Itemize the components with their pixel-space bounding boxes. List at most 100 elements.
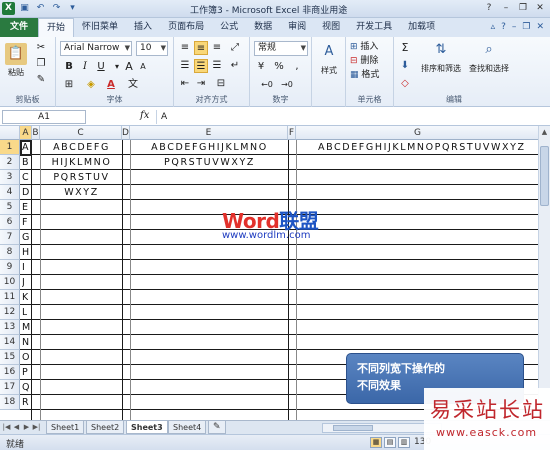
format-painter-icon[interactable]: ✎ — [34, 73, 48, 87]
cut-icon[interactable]: ✂ — [34, 41, 48, 55]
row-header[interactable]: 6 — [0, 215, 20, 230]
align-right-icon[interactable]: ☰ — [210, 59, 224, 73]
column-header-g[interactable]: G — [296, 126, 538, 140]
customize-qat-icon[interactable]: ▾ — [66, 2, 79, 15]
tab-data[interactable]: 数据 — [246, 18, 280, 37]
column-header-b[interactable]: B — [32, 126, 40, 140]
page-layout-view-icon[interactable]: ▤ — [384, 437, 396, 448]
cell-a9[interactable]: I — [22, 260, 25, 275]
row-header[interactable]: 4 — [0, 185, 20, 200]
row-header[interactable]: 7 — [0, 230, 20, 245]
find-select-button[interactable]: ⌕ 查找和选择 — [466, 39, 512, 74]
font-size-select[interactable]: 10 ▼ — [136, 41, 168, 56]
sheet-tab-sheet4[interactable]: Sheet4 — [168, 421, 207, 434]
decrease-decimal-icon[interactable]: →0 — [280, 78, 294, 92]
wrap-text-icon[interactable]: ↵ — [228, 59, 242, 73]
tab-insert[interactable]: 插入 — [126, 18, 160, 37]
excel-icon[interactable]: X — [2, 2, 15, 15]
row-header[interactable]: 11 — [0, 290, 20, 305]
row-header[interactable]: 9 — [0, 260, 20, 275]
cell-c3[interactable]: PQRSTUV — [41, 170, 122, 185]
workbook-restore-icon[interactable]: ❐ — [522, 18, 530, 37]
cell-a13[interactable]: M — [22, 320, 30, 335]
tab-developer[interactable]: 开发工具 — [348, 18, 400, 37]
cell-a8[interactable]: H — [22, 245, 29, 260]
cell-a5[interactable]: E — [22, 200, 28, 215]
styles-button[interactable]: A 样式 — [316, 41, 342, 76]
insert-cells-button[interactable]: ⊞ 插入 — [350, 41, 378, 53]
orientation-icon[interactable]: ⤢ — [228, 41, 242, 55]
sheet-tab-sheet1[interactable]: Sheet1 — [46, 421, 85, 434]
decrease-indent-icon[interactable]: ⇤ — [178, 77, 192, 91]
ribbon-minimize-icon[interactable]: ▵ — [491, 18, 496, 37]
merge-center-icon[interactable]: ⊟ — [214, 77, 228, 91]
paste-button[interactable]: 📋 粘贴 — [4, 43, 28, 78]
name-box[interactable]: A1 — [2, 110, 86, 124]
tab-review[interactable]: 审阅 — [280, 18, 314, 37]
align-bottom-icon[interactable]: ≡ — [210, 41, 224, 55]
row-header[interactable]: 8 — [0, 245, 20, 260]
align-left-icon[interactable]: ☰ — [178, 59, 192, 73]
row-header[interactable]: 5 — [0, 200, 20, 215]
tab-page-layout[interactable]: 页面布局 — [160, 18, 212, 37]
first-sheet-icon[interactable]: |◀ — [2, 422, 11, 433]
sheet-tab-sheet3[interactable]: Sheet3 — [126, 421, 168, 434]
tab-formulas[interactable]: 公式 — [212, 18, 246, 37]
delete-cells-button[interactable]: ⊟ 删除 — [350, 55, 378, 67]
tab-home[interactable]: 开始 — [38, 18, 75, 37]
horizontal-scroll-thumb[interactable] — [333, 425, 373, 431]
percent-button[interactable]: % — [272, 60, 286, 74]
row-header[interactable]: 3 — [0, 170, 20, 185]
cell-e1[interactable]: ABCDEFGHIJKLMNO — [131, 140, 288, 155]
insert-function-button[interactable]: fx — [140, 110, 149, 121]
row-header[interactable]: 18 — [0, 395, 20, 410]
italic-button[interactable]: I — [78, 60, 92, 74]
fill-color-icon[interactable]: ◈ — [84, 78, 98, 92]
close-button[interactable]: ✕ — [532, 1, 548, 15]
cell-a16[interactable]: P — [22, 365, 28, 380]
help-button[interactable]: ? — [481, 1, 497, 15]
cell-a17[interactable]: Q — [22, 380, 29, 395]
normal-view-icon[interactable]: ▦ — [370, 437, 382, 448]
redo-icon[interactable]: ↷ — [50, 2, 63, 15]
cell-a15[interactable]: O — [22, 350, 29, 365]
vertical-scroll-thumb[interactable] — [540, 146, 549, 206]
row-header[interactable]: 13 — [0, 320, 20, 335]
align-center-icon[interactable]: ☰ — [194, 59, 208, 73]
select-all-corner[interactable] — [0, 126, 20, 140]
column-header-f[interactable]: F — [288, 126, 296, 140]
cell-c1[interactable]: ABCDEFG — [41, 140, 122, 155]
row-header[interactable]: 2 — [0, 155, 20, 170]
last-sheet-icon[interactable]: ▶| — [32, 422, 41, 433]
cell-e2[interactable]: PQRSTUVWXYZ — [131, 155, 288, 170]
tab-file[interactable]: 文件 — [0, 18, 39, 37]
row-header[interactable]: 16 — [0, 365, 20, 380]
increase-indent-icon[interactable]: ⇥ — [194, 77, 208, 91]
column-header-e[interactable]: E — [130, 126, 288, 140]
cell-a7[interactable]: G — [22, 230, 29, 245]
undo-icon[interactable]: ↶ — [34, 2, 47, 15]
cell-c2[interactable]: HIJKLMNO — [41, 155, 122, 170]
font-name-select[interactable]: Arial Narrow ▼ — [60, 41, 132, 56]
shrink-font-button[interactable]: A — [136, 60, 150, 74]
border-icon[interactable]: ⊞ — [62, 78, 76, 92]
currency-icon[interactable]: ¥ — [254, 60, 268, 74]
tab-addins[interactable]: 加载项 — [400, 18, 443, 37]
sort-filter-button[interactable]: ⇅ 排序和筛选 — [418, 39, 464, 74]
underline-button[interactable]: U — [94, 60, 108, 74]
restore-button[interactable]: ❐ — [515, 1, 531, 15]
cell-a14[interactable]: N — [22, 335, 29, 350]
cell-a4[interactable]: D — [22, 185, 29, 200]
minimize-button[interactable]: – — [498, 1, 514, 15]
format-cells-button[interactable]: ▦ 格式 — [350, 69, 379, 81]
comma-button[interactable]: , — [290, 60, 304, 74]
align-middle-icon[interactable]: ≡ — [194, 41, 208, 55]
autosum-button[interactable]: Σ — [398, 41, 412, 55]
row-header[interactable]: 17 — [0, 380, 20, 395]
row-header[interactable]: 1 — [0, 140, 20, 155]
cell-a3[interactable]: C — [22, 170, 29, 185]
cell-a2[interactable]: B — [22, 155, 29, 170]
page-break-view-icon[interactable]: ▥ — [398, 437, 410, 448]
row-header[interactable]: 12 — [0, 305, 20, 320]
column-header-d[interactable]: D — [122, 126, 130, 140]
